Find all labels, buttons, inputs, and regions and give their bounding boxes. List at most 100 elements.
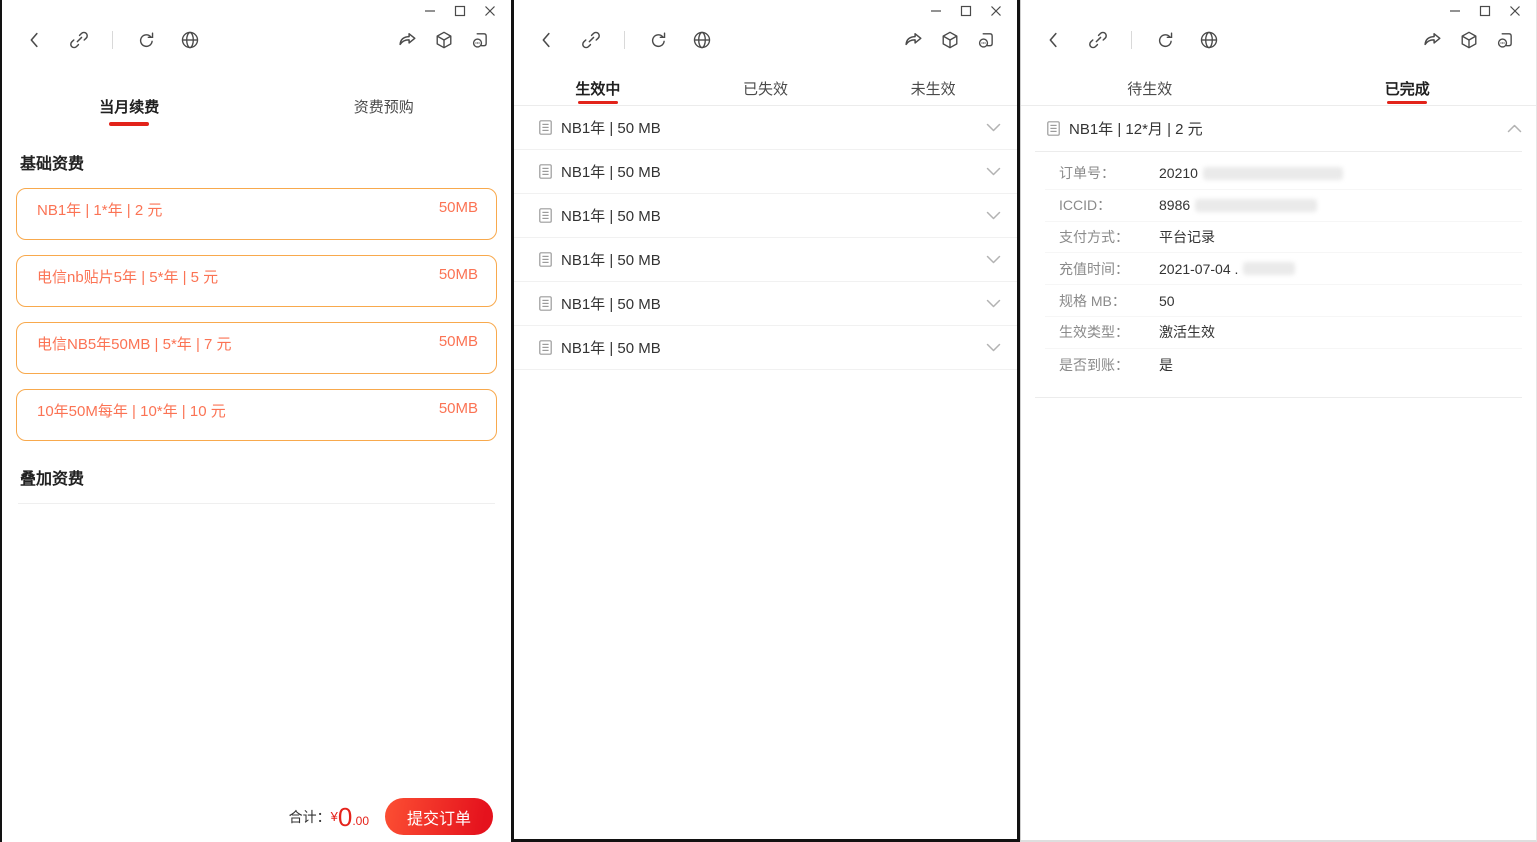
- detail-value: 50: [1159, 292, 1175, 309]
- chevron-down-icon: [986, 167, 1001, 176]
- link-button[interactable]: [1087, 29, 1109, 51]
- maximize-button[interactable]: [1470, 2, 1500, 20]
- maximize-button[interactable]: [951, 2, 981, 20]
- toolbar-divider: [1131, 31, 1132, 49]
- detail-label: 充值时间：: [1059, 260, 1129, 277]
- package-title: NB1年 | 50 MB: [561, 296, 661, 313]
- plan-name: 10年50M每年 | 10*年 | 10 元: [37, 403, 226, 420]
- detail-label: 生效类型：: [1059, 324, 1129, 341]
- currency-symbol: ¥: [330, 809, 338, 824]
- plan-card[interactable]: 电信NB5年50MB | 5*年 | 7 元 50MB: [16, 322, 497, 374]
- minimize-button[interactable]: [921, 2, 951, 20]
- tab-in-effect[interactable]: 生效中: [514, 72, 682, 105]
- document-icon: [539, 252, 552, 267]
- globe-button[interactable]: [179, 29, 201, 51]
- cube-button[interactable]: [433, 29, 455, 51]
- chevron-down-icon: [986, 211, 1001, 220]
- plan-size: 50MB: [438, 266, 478, 283]
- floating-window-button[interactable]: [1494, 29, 1516, 51]
- order-title: NB1年 | 12*月 | 2 元: [1069, 121, 1203, 138]
- back-button[interactable]: [24, 29, 46, 51]
- detail-value: 激活生效: [1159, 324, 1215, 341]
- document-icon: [539, 120, 552, 135]
- section-title-basic-fees: 基础资费: [20, 156, 85, 173]
- checkout-bar: 合计： ¥ 0 .00 提交订单: [289, 798, 493, 835]
- globe-button[interactable]: [1198, 29, 1220, 51]
- detail-row-spec-mb: 规格 MB： 50: [1045, 285, 1522, 317]
- detail-value: 平台记录: [1159, 228, 1215, 245]
- detail-label: 订单号：: [1059, 165, 1115, 182]
- desktop: 当月续费 资费预购 基础资费 NB1年 | 1*年 | 2 元 50MB 电信n…: [0, 0, 1537, 842]
- plan-name: 电信NB5年50MB | 5*年 | 7 元: [37, 336, 232, 353]
- detail-label: 规格 MB：: [1059, 292, 1126, 309]
- redacted-value: [1243, 262, 1296, 276]
- chevron-down-icon: [986, 255, 1001, 264]
- tab-label: 资费预购: [353, 98, 414, 116]
- close-button[interactable]: [475, 2, 505, 20]
- refresh-button[interactable]: [647, 29, 669, 51]
- detail-value: 8986: [1159, 197, 1318, 213]
- globe-button[interactable]: [691, 29, 713, 51]
- detail-row-credited: 是否到账： 是: [1045, 349, 1522, 381]
- maximize-button[interactable]: [445, 2, 475, 20]
- list-item[interactable]: NB1年 | 50 MB: [514, 326, 1017, 370]
- detail-label: 是否到账：: [1059, 356, 1129, 373]
- share-button[interactable]: [903, 29, 925, 51]
- share-button[interactable]: [1422, 29, 1444, 51]
- tab-not-in-effect[interactable]: 未生效: [849, 72, 1017, 105]
- tab-label: 待生效: [1127, 81, 1173, 98]
- document-icon: [539, 296, 552, 311]
- tab-expired[interactable]: 已失效: [682, 72, 850, 105]
- tab-label: 当月续费: [99, 98, 160, 116]
- back-button[interactable]: [1043, 29, 1065, 51]
- close-button[interactable]: [1500, 2, 1530, 20]
- tab-fee-prepurchase[interactable]: 资费预购: [257, 84, 512, 128]
- detail-value: 20210: [1159, 165, 1343, 181]
- tab-completed[interactable]: 已完成: [1279, 72, 1537, 105]
- list-item[interactable]: NB1年 | 50 MB: [514, 150, 1017, 194]
- cube-button[interactable]: [1458, 29, 1480, 51]
- toolbar: [2, 22, 511, 58]
- cube-button[interactable]: [939, 29, 961, 51]
- plan-size: 50MB: [438, 199, 478, 216]
- link-button[interactable]: [68, 29, 90, 51]
- tab-bar: 生效中 已失效 未生效: [514, 72, 1017, 106]
- minimize-button[interactable]: [415, 2, 445, 20]
- detail-row-order-number: 订单号： 20210: [1045, 158, 1522, 190]
- submit-order-button[interactable]: 提交订单: [385, 798, 493, 835]
- redacted-value: [1195, 198, 1318, 212]
- tab-label: 生效中: [575, 81, 621, 98]
- floating-window-button[interactable]: [975, 29, 997, 51]
- list-item[interactable]: NB1年 | 50 MB: [514, 282, 1017, 326]
- tab-label: 已完成: [1384, 81, 1430, 98]
- detail-value: 2021-07-04 .: [1159, 261, 1296, 277]
- floating-window-button[interactable]: [469, 29, 491, 51]
- close-button[interactable]: [981, 2, 1011, 20]
- list-item[interactable]: NB1年 | 50 MB: [514, 194, 1017, 238]
- titlebar: [514, 0, 1017, 22]
- package-list: NB1年 | 50 MB NB1年 | 50 MB NB1年 | 50 MB N…: [514, 106, 1017, 370]
- toolbar: [1021, 22, 1536, 58]
- link-button[interactable]: [580, 29, 602, 51]
- package-title: NB1年 | 50 MB: [561, 120, 661, 137]
- tab-current-month-renewal[interactable]: 当月续费: [2, 84, 257, 128]
- chevron-down-icon: [986, 123, 1001, 132]
- minimize-button[interactable]: [1440, 2, 1470, 20]
- list-item[interactable]: NB1年 | 50 MB: [514, 106, 1017, 150]
- plan-card[interactable]: NB1年 | 1*年 | 2 元 50MB: [16, 188, 497, 240]
- active-tab-underline: [109, 122, 150, 126]
- plan-card[interactable]: 电信nb贴片5年 | 5*年 | 5 元 50MB: [16, 255, 497, 307]
- refresh-button[interactable]: [135, 29, 157, 51]
- document-icon: [539, 208, 552, 223]
- back-button[interactable]: [536, 29, 558, 51]
- plan-card[interactable]: 10年50M每年 | 10*年 | 10 元 50MB: [16, 389, 497, 441]
- tab-pending-effect[interactable]: 待生效: [1021, 72, 1279, 105]
- list-item[interactable]: NB1年 | 50 MB: [514, 238, 1017, 282]
- detail-row-effect-type: 生效类型： 激活生效: [1045, 317, 1522, 349]
- titlebar: [2, 0, 511, 22]
- order-header[interactable]: NB1年 | 12*月 | 2 元: [1035, 106, 1522, 152]
- package-title: NB1年 | 50 MB: [561, 252, 661, 269]
- toolbar: [514, 22, 1017, 58]
- share-button[interactable]: [397, 29, 419, 51]
- refresh-button[interactable]: [1154, 29, 1176, 51]
